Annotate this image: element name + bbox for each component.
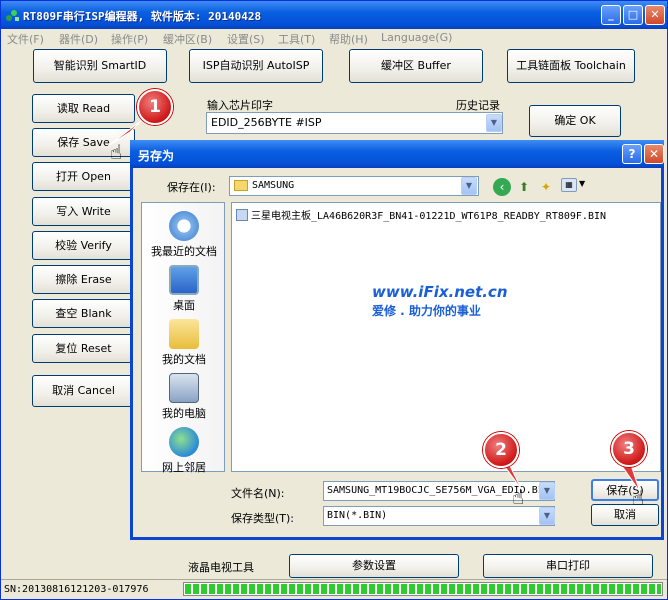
- hand-cursor-icon: ☝: [632, 486, 645, 510]
- hand-cursor-icon: ☝: [110, 140, 123, 164]
- hand-cursor-icon: ☝: [512, 485, 525, 509]
- callout-1: 1: [137, 89, 173, 125]
- callout-3: 3: [611, 431, 647, 467]
- callout-2: 2: [483, 432, 519, 468]
- callout-arrows: [107, 119, 641, 493]
